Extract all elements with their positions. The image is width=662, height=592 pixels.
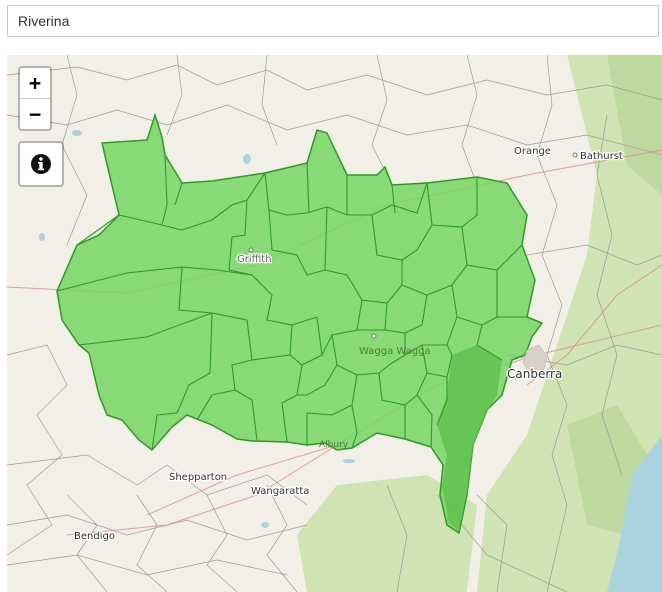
zoom-control: + − bbox=[18, 66, 52, 131]
label-canberra: Canberra bbox=[507, 367, 562, 381]
label-bendigo: Bendigo bbox=[74, 531, 115, 542]
label-griffith: Griffith bbox=[237, 254, 272, 265]
label-shepparton: Shepparton bbox=[169, 472, 227, 483]
info-circle-icon bbox=[31, 154, 51, 174]
label-wangaratta: Wangaratta bbox=[251, 486, 309, 497]
info-button[interactable] bbox=[18, 141, 64, 187]
label-albury: Albury bbox=[319, 440, 349, 450]
label-wagga-wagga: Wagga Wagga bbox=[359, 346, 431, 357]
zoom-in-button[interactable]: + bbox=[20, 68, 50, 99]
region-search-input[interactable]: Riverina bbox=[7, 5, 659, 37]
search-input-value: Riverina bbox=[18, 13, 70, 29]
map-view[interactable]: Orange Bathurst Griffith Wagga Wagga Can… bbox=[7, 55, 662, 592]
label-bathurst: Bathurst bbox=[580, 151, 623, 162]
label-orange: Orange bbox=[514, 146, 551, 157]
zoom-out-button[interactable]: − bbox=[20, 99, 50, 129]
map-canvas[interactable]: Orange Bathurst Griffith Wagga Wagga Can… bbox=[7, 55, 662, 592]
